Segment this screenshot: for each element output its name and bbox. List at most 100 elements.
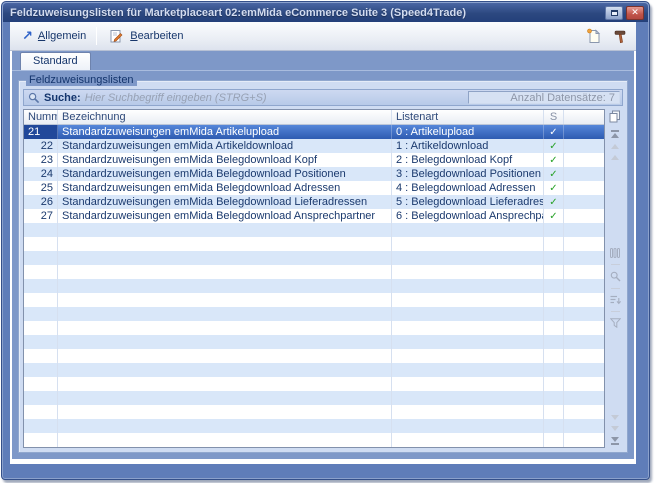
cell-s: ✓ — [544, 153, 564, 167]
sort-button[interactable] — [610, 295, 621, 305]
checkmark-icon: ✓ — [549, 183, 557, 194]
table-row[interactable] — [24, 251, 604, 265]
cell-s: ✓ — [544, 125, 564, 139]
cell-art — [392, 335, 544, 349]
bearbeiten-button[interactable]: Bearbeiten — [101, 24, 189, 48]
table-row[interactable] — [24, 349, 604, 363]
cell-s — [544, 293, 564, 307]
new-document-icon — [586, 28, 601, 44]
table-row[interactable] — [24, 237, 604, 251]
cell-fill — [564, 223, 604, 237]
table-row[interactable] — [24, 321, 604, 335]
cell-art — [392, 321, 544, 335]
feldzuweisungslisten-groupbox: Feldzuweisungslisten Suche: Anzahl Daten… — [18, 80, 628, 453]
table-row[interactable]: 22Standardzuweisungen emMida Artikeldown… — [24, 139, 604, 153]
table-row[interactable]: 25Standardzuweisungen emMida Belegdownlo… — [24, 181, 604, 195]
cell-fill — [564, 405, 604, 419]
table-row[interactable] — [24, 377, 604, 391]
table-row[interactable] — [24, 433, 604, 447]
column-header-s[interactable]: S — [544, 110, 564, 124]
cell-num — [24, 377, 58, 391]
allgemein-button[interactable]: ↗ Allgemein — [16, 27, 92, 45]
maximize-button[interactable] — [605, 6, 623, 20]
content-area: Standard Feldzuweisungslisten Suche: Anz… — [12, 51, 634, 459]
table-row[interactable] — [24, 405, 604, 419]
record-count: Anzahl Datensätze: 7 — [468, 91, 620, 104]
edit-page-icon — [107, 27, 125, 45]
view-button[interactable] — [610, 248, 620, 258]
table-row[interactable] — [24, 391, 604, 405]
cell-art — [392, 293, 544, 307]
next-page-button[interactable] — [611, 426, 619, 431]
cell-s: ✓ — [544, 167, 564, 181]
column-header-nummer[interactable]: Nummer — [24, 110, 58, 124]
cell-fill — [564, 349, 604, 363]
previous-record-button[interactable] — [611, 155, 619, 160]
toolbar: ↗ Allgemein Bearbeiten — [10, 22, 636, 51]
table-row[interactable]: 23Standardzuweisungen emMida Belegdownlo… — [24, 153, 604, 167]
cell-bez — [58, 335, 392, 349]
table-row[interactable]: 24Standardzuweisungen emMida Belegdownlo… — [24, 167, 604, 181]
cell-art — [392, 363, 544, 377]
table-row[interactable]: 26Standardzuweisungen emMida Belegdownlo… — [24, 195, 604, 209]
column-header-listenart[interactable]: Listenart — [392, 110, 544, 124]
table-row[interactable] — [24, 265, 604, 279]
cell-s — [544, 321, 564, 335]
cell-bez — [58, 363, 392, 377]
new-document-button[interactable] — [584, 27, 602, 45]
cell-s — [544, 251, 564, 265]
cell-bez — [58, 321, 392, 335]
grid-header: Nummer Bezeichnung Listenart S — [24, 110, 604, 125]
copy-pages-button[interactable] — [609, 110, 621, 123]
table-row[interactable] — [24, 293, 604, 307]
cell-num: 25 — [24, 181, 58, 195]
cell-fill — [564, 279, 604, 293]
table-row[interactable] — [24, 363, 604, 377]
cell-bez: Standardzuweisungen emMida Artikeldownlo… — [58, 139, 392, 153]
table-row[interactable]: 21Standardzuweisungen emMida Artikeluplo… — [24, 125, 604, 139]
cell-art — [392, 307, 544, 321]
previous-page-button[interactable] — [611, 144, 619, 149]
first-record-button[interactable] — [611, 129, 619, 138]
close-button[interactable]: ✕ — [626, 6, 644, 20]
cell-art — [392, 265, 544, 279]
table-row[interactable] — [24, 307, 604, 321]
search-grid-button[interactable] — [610, 271, 621, 282]
cell-fill — [564, 363, 604, 377]
table-row[interactable] — [24, 335, 604, 349]
cell-bez: Standardzuweisungen emMida Belegdownload… — [58, 195, 392, 209]
allgemein-label: Allgemein — [38, 30, 86, 42]
cell-fill — [564, 265, 604, 279]
column-header-bezeichnung[interactable]: Bezeichnung — [58, 110, 392, 124]
cell-num — [24, 391, 58, 405]
cell-num — [24, 251, 58, 265]
search-input[interactable] — [85, 92, 464, 104]
first-record-icon — [611, 130, 619, 132]
table-row[interactable] — [24, 279, 604, 293]
cell-num — [24, 349, 58, 363]
next-record-button[interactable] — [611, 415, 619, 420]
last-record-button[interactable] — [611, 437, 619, 446]
cell-s: ✓ — [544, 209, 564, 223]
cell-art: 5 : Belegdownload Lieferadressen — [392, 195, 544, 209]
filter-button[interactable] — [610, 318, 621, 328]
cell-num — [24, 293, 58, 307]
table-row[interactable] — [24, 419, 604, 433]
tools-button[interactable] — [611, 27, 629, 45]
previous-record-icon — [611, 155, 619, 160]
cell-num — [24, 237, 58, 251]
grid-body: 21Standardzuweisungen emMida Artikeluplo… — [24, 125, 604, 447]
cell-s — [544, 279, 564, 293]
table-row[interactable] — [24, 223, 604, 237]
search-label: Suche: — [44, 92, 81, 104]
hammer-icon — [613, 29, 627, 44]
cell-s: ✓ — [544, 195, 564, 209]
cell-fill — [564, 195, 604, 209]
checkmark-icon: ✓ — [549, 211, 557, 222]
table-row[interactable]: 27Standardzuweisungen emMida Belegdownlo… — [24, 209, 604, 223]
cell-num: 22 — [24, 139, 58, 153]
tab-standard[interactable]: Standard — [20, 52, 91, 70]
cell-art — [392, 223, 544, 237]
titlebar[interactable]: Feldzuweisungslisten für Marketplaceart … — [3, 3, 648, 22]
cell-art — [392, 391, 544, 405]
